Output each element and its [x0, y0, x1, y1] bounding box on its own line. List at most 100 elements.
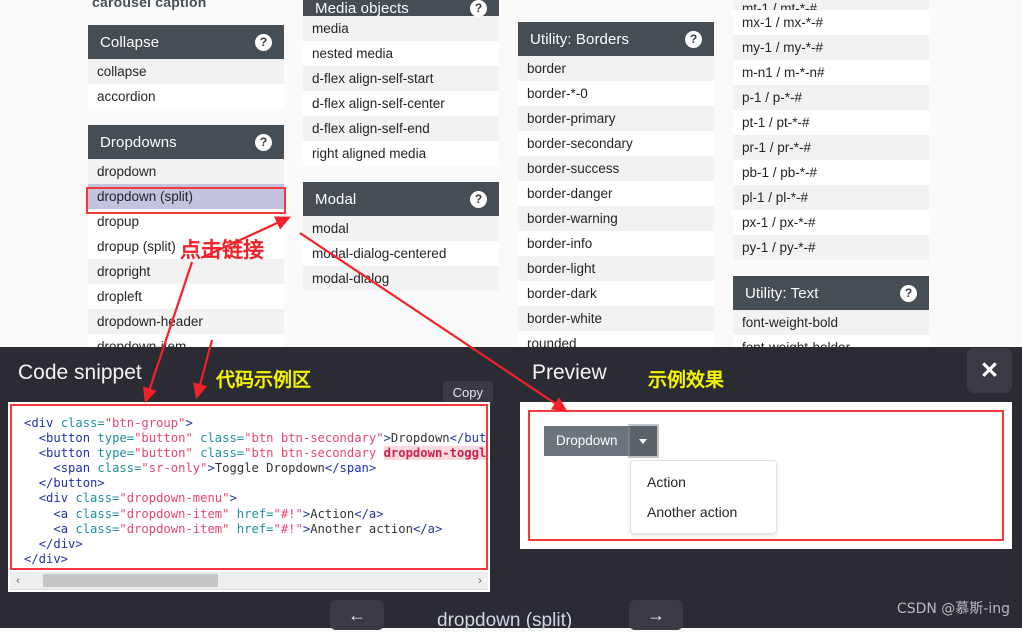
- scroll-right-icon[interactable]: ›: [472, 572, 488, 589]
- code-line: </div>: [38, 536, 83, 551]
- card-media-objects: Media objects ? media nested media d-fle…: [303, 0, 499, 166]
- help-icon[interactable]: ?: [470, 0, 487, 17]
- list-item[interactable]: border-*-0: [518, 81, 714, 106]
- code-horizontal-scrollbar[interactable]: ‹ ›: [10, 572, 488, 590]
- list-item[interactable]: mx-1 / mx-*-#: [733, 10, 929, 35]
- list-item[interactable]: accordion: [88, 84, 284, 109]
- list-item[interactable]: m-n1 / m-*-n#: [733, 60, 929, 85]
- help-icon[interactable]: ?: [470, 190, 487, 208]
- dropdown-button[interactable]: Dropdown: [544, 426, 630, 456]
- btn-group: Dropdown: [544, 426, 657, 456]
- card-title: Collapse: [100, 33, 160, 51]
- list-item[interactable]: border-secondary: [518, 131, 714, 156]
- list-item[interactable]: pt-1 / pt-*-#: [733, 110, 929, 135]
- list-item-dropup[interactable]: dropup: [88, 209, 284, 234]
- help-icon[interactable]: ?: [685, 30, 702, 48]
- annotation-preview-area: 示例效果: [648, 369, 725, 391]
- list-item-dropdown[interactable]: dropdown: [88, 159, 284, 184]
- list-item[interactable]: border-light: [518, 256, 714, 281]
- code-snippet-title: Code snippet: [18, 361, 142, 384]
- card-title: Media objects: [315, 0, 409, 17]
- list-item[interactable]: border-success: [518, 156, 714, 181]
- list-item[interactable]: border-warning: [518, 206, 714, 231]
- cheatsheet-column-1: Collapse ? collapse accordion Dropdowns …: [88, 0, 284, 359]
- list-item[interactable]: border: [518, 56, 714, 81]
- preview-title: Preview: [532, 361, 607, 384]
- card-title: Modal: [315, 190, 357, 208]
- list-item[interactable]: mt-1 / mt-*-#: [733, 0, 929, 10]
- help-icon[interactable]: ?: [900, 284, 917, 302]
- preview-box: Dropdown Action Another action: [528, 410, 1004, 541]
- card-title: Dropdowns: [100, 133, 177, 151]
- card-header-media-objects: Media objects ?: [303, 0, 499, 17]
- list-item-dropdown-split[interactable]: dropdown (split): [88, 184, 284, 209]
- dropdown-menu: Action Another action: [630, 460, 777, 534]
- cheatsheet-background: carousel caption Collapse ? collapse acc…: [0, 0, 1022, 360]
- card-title: Utility: Text: [745, 284, 819, 302]
- list-item[interactable]: d-flex align-self-end: [303, 116, 499, 141]
- card-header-utility-text: Utility: Text ?: [733, 276, 929, 310]
- code-line: <button type="button" class="btn btn-sec…: [24, 446, 486, 461]
- list-item[interactable]: pr-1 / pr-*-#: [733, 135, 929, 160]
- code-line: <div class="btn-group">: [24, 416, 193, 430]
- code-line: <button type="button" class="btn btn-sec…: [38, 431, 487, 446]
- list-item[interactable]: border-white: [518, 306, 714, 331]
- modal-header: Code snippet Preview 代码示例区 示例效果: [0, 347, 1022, 402]
- list-item[interactable]: border-danger: [518, 181, 714, 206]
- cheatsheet-column-3: Utility: Borders ? border border-*-0 bor…: [518, 0, 714, 356]
- code-line: <a class="dropdown-item" href="#!">Actio…: [53, 506, 384, 521]
- list-item[interactable]: media: [303, 16, 499, 41]
- list-item[interactable]: px-1 / px-*-#: [733, 210, 929, 235]
- list-item[interactable]: d-flex align-self-start: [303, 66, 499, 91]
- list-item[interactable]: font-weight-bold: [733, 310, 929, 335]
- list-item[interactable]: pb-1 / pb-*-#: [733, 160, 929, 185]
- list-item[interactable]: p-1 / p-*-#: [733, 85, 929, 110]
- prev-arrow-icon[interactable]: ←: [330, 600, 384, 630]
- list-item[interactable]: modal-dialog: [303, 266, 499, 291]
- card-modal: Modal ? modal modal-dialog-centered moda…: [303, 182, 499, 291]
- copy-button[interactable]: Copy: [442, 381, 493, 404]
- list-item[interactable]: nested media: [303, 41, 499, 66]
- list-item[interactable]: modal-dialog-centered: [303, 241, 499, 266]
- close-button[interactable]: ✕: [967, 348, 1012, 393]
- code-line: </div>: [24, 551, 69, 566]
- list-item-dropdown-header[interactable]: dropdown-header: [88, 309, 284, 334]
- card-title: Utility: Borders: [530, 30, 630, 48]
- list-item-dropleft[interactable]: dropleft: [88, 284, 284, 309]
- cheatsheet-column-4: mt-1 / mt-*-# mx-1 / mx-*-# my-1 / my-*-…: [733, 0, 929, 360]
- dropdown-item-action[interactable]: Action: [631, 467, 776, 497]
- list-item[interactable]: d-flex align-self-center: [303, 91, 499, 116]
- current-snippet-label: dropdown (split): [437, 610, 573, 631]
- code-line: <div class="dropdown-menu">: [38, 491, 237, 506]
- list-item[interactable]: pl-1 / pl-*-#: [733, 185, 929, 210]
- list-item[interactable]: my-1 / my-*-#: [733, 35, 929, 60]
- code-snippet-text[interactable]: <div class="btn-group"> <button type="bu…: [12, 406, 486, 567]
- cheatsheet-column-2: Media objects ? media nested media d-fle…: [303, 0, 499, 291]
- preview-panel: Dropdown Action Another action: [520, 402, 1012, 549]
- next-arrow-icon[interactable]: →: [629, 600, 683, 630]
- list-item[interactable]: py-1 / py-*-#: [733, 235, 929, 260]
- code-box: <div class="btn-group"> <button type="bu…: [10, 404, 488, 570]
- help-icon[interactable]: ?: [255, 133, 272, 151]
- watermark: CSDN @慕斯-ing: [896, 601, 1010, 617]
- card-utility-borders: Utility: Borders ? border border-*-0 bor…: [518, 22, 714, 356]
- card-collapse: Collapse ? collapse accordion: [88, 25, 284, 109]
- list-item[interactable]: border-dark: [518, 281, 714, 306]
- list-item[interactable]: right aligned media: [303, 141, 499, 166]
- list-item[interactable]: modal: [303, 216, 499, 241]
- dropdown-item-another-action[interactable]: Another action: [631, 497, 776, 527]
- list-item[interactable]: border-primary: [518, 106, 714, 131]
- scroll-left-icon[interactable]: ‹: [10, 572, 26, 589]
- list-item[interactable]: border-info: [518, 231, 714, 256]
- list-item[interactable]: collapse: [88, 59, 284, 84]
- code-panel: <div class="btn-group"> <button type="bu…: [8, 402, 490, 592]
- code-line: <span class="sr-only">Toggle Dropdown</s…: [53, 461, 377, 476]
- code-line: <a class="dropdown-item" href="#!">Anoth…: [53, 521, 443, 536]
- dropdown-split-toggle-button[interactable]: [629, 426, 657, 456]
- help-icon[interactable]: ?: [255, 33, 272, 51]
- scrollbar-thumb[interactable]: [43, 574, 218, 587]
- caret-down-icon: [639, 438, 648, 444]
- card-utility-spacing: mt-1 / mt-*-# mx-1 / mx-*-# my-1 / my-*-…: [733, 0, 929, 260]
